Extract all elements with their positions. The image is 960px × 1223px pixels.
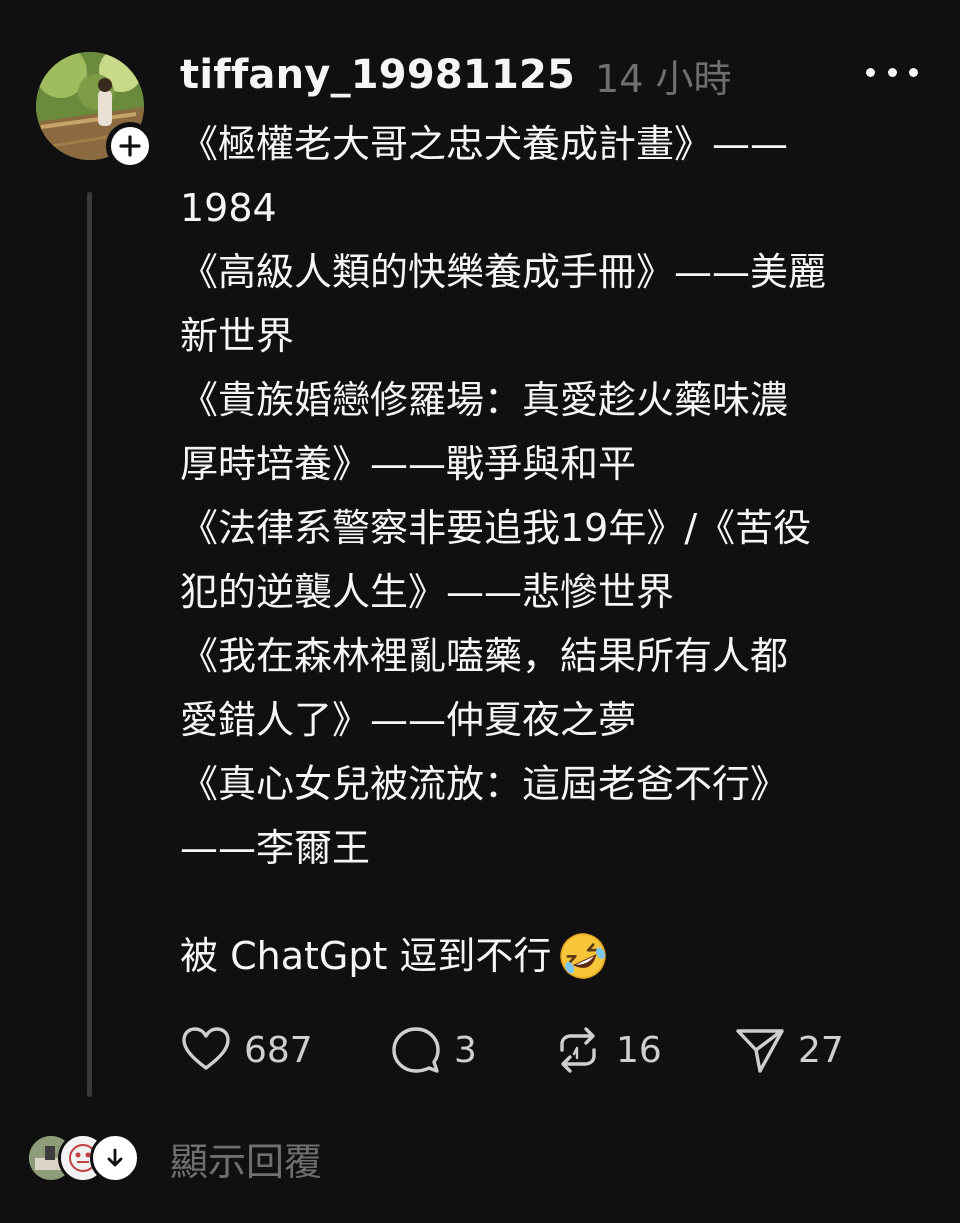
post-line: ——李爾王 <box>180 826 371 870</box>
post-line: 《極權老大哥之忠犬養成計畫》—— <box>180 122 789 166</box>
post-actions: 687 3 16 27 <box>180 1022 880 1078</box>
post-line: 犯的逆襲人生》——悲慘世界 <box>180 570 675 614</box>
share-button[interactable]: 27 <box>734 1022 844 1078</box>
show-replies-label: 顯示回覆 <box>170 1139 323 1184</box>
post-closing-line: 被 ChatGpt 逗到不行 <box>180 924 920 988</box>
share-count: 27 <box>798 1029 844 1071</box>
closing-text: 被 ChatGpt 逗到不行 <box>180 934 552 978</box>
repost-icon <box>560 1027 596 1073</box>
post-timestamp: 14 小時 <box>595 56 732 101</box>
like-button[interactable]: 687 <box>180 1022 313 1078</box>
post-header: tiffany_19981125 14 小時 <box>180 50 732 101</box>
post-line: 《貴族婚戀修羅場：真愛趁火藥味濃 <box>180 378 789 422</box>
more-options-button[interactable] <box>866 52 918 92</box>
post-line: 《法律系警察非要追我19年》/《苦役 <box>180 506 812 550</box>
post-line: 《高級人類的快樂養成手冊》——美麗 <box>180 250 827 294</box>
more-dots-icon <box>866 67 875 77</box>
username[interactable]: tiffany_19981125 <box>180 52 575 98</box>
post-line: 新世界 <box>180 314 295 358</box>
post-text: 《極權老大哥之忠犬養成計畫》—— 1984 《高級人類的快樂養成手冊》——美麗 … <box>180 112 920 988</box>
expand-replies-icon-wrap <box>90 1133 140 1183</box>
rolling-on-floor-laughing-emoji-icon <box>560 933 607 979</box>
comment-count: 3 <box>454 1029 477 1071</box>
post-line: 《真心女兒被流放：這屆老爸不行》 <box>180 762 789 806</box>
arrow-down-icon <box>107 1148 123 1167</box>
follow-button[interactable] <box>106 122 154 170</box>
plus-icon <box>119 135 141 157</box>
comment-button[interactable]: 3 <box>390 1022 477 1078</box>
post-line: 1984 <box>180 186 277 230</box>
heart-icon <box>182 1027 230 1070</box>
author-avatar[interactable] <box>36 52 154 170</box>
thread-line <box>87 192 92 1097</box>
repost-count: 16 <box>616 1029 662 1071</box>
like-count: 687 <box>244 1029 313 1071</box>
post-line: 厚時培養》——戰爭與和平 <box>180 442 637 486</box>
show-replies-button[interactable]: 顯示回覆 <box>26 1130 322 1186</box>
send-icon <box>736 1029 784 1073</box>
post-line: 《我在森林裡亂嗑藥，結果所有人都 <box>180 634 789 678</box>
repost-button[interactable]: 16 <box>552 1022 662 1078</box>
comment-bubble-icon <box>392 1027 440 1073</box>
post-line: 愛錯人了》——仲夏夜之夢 <box>180 698 637 742</box>
